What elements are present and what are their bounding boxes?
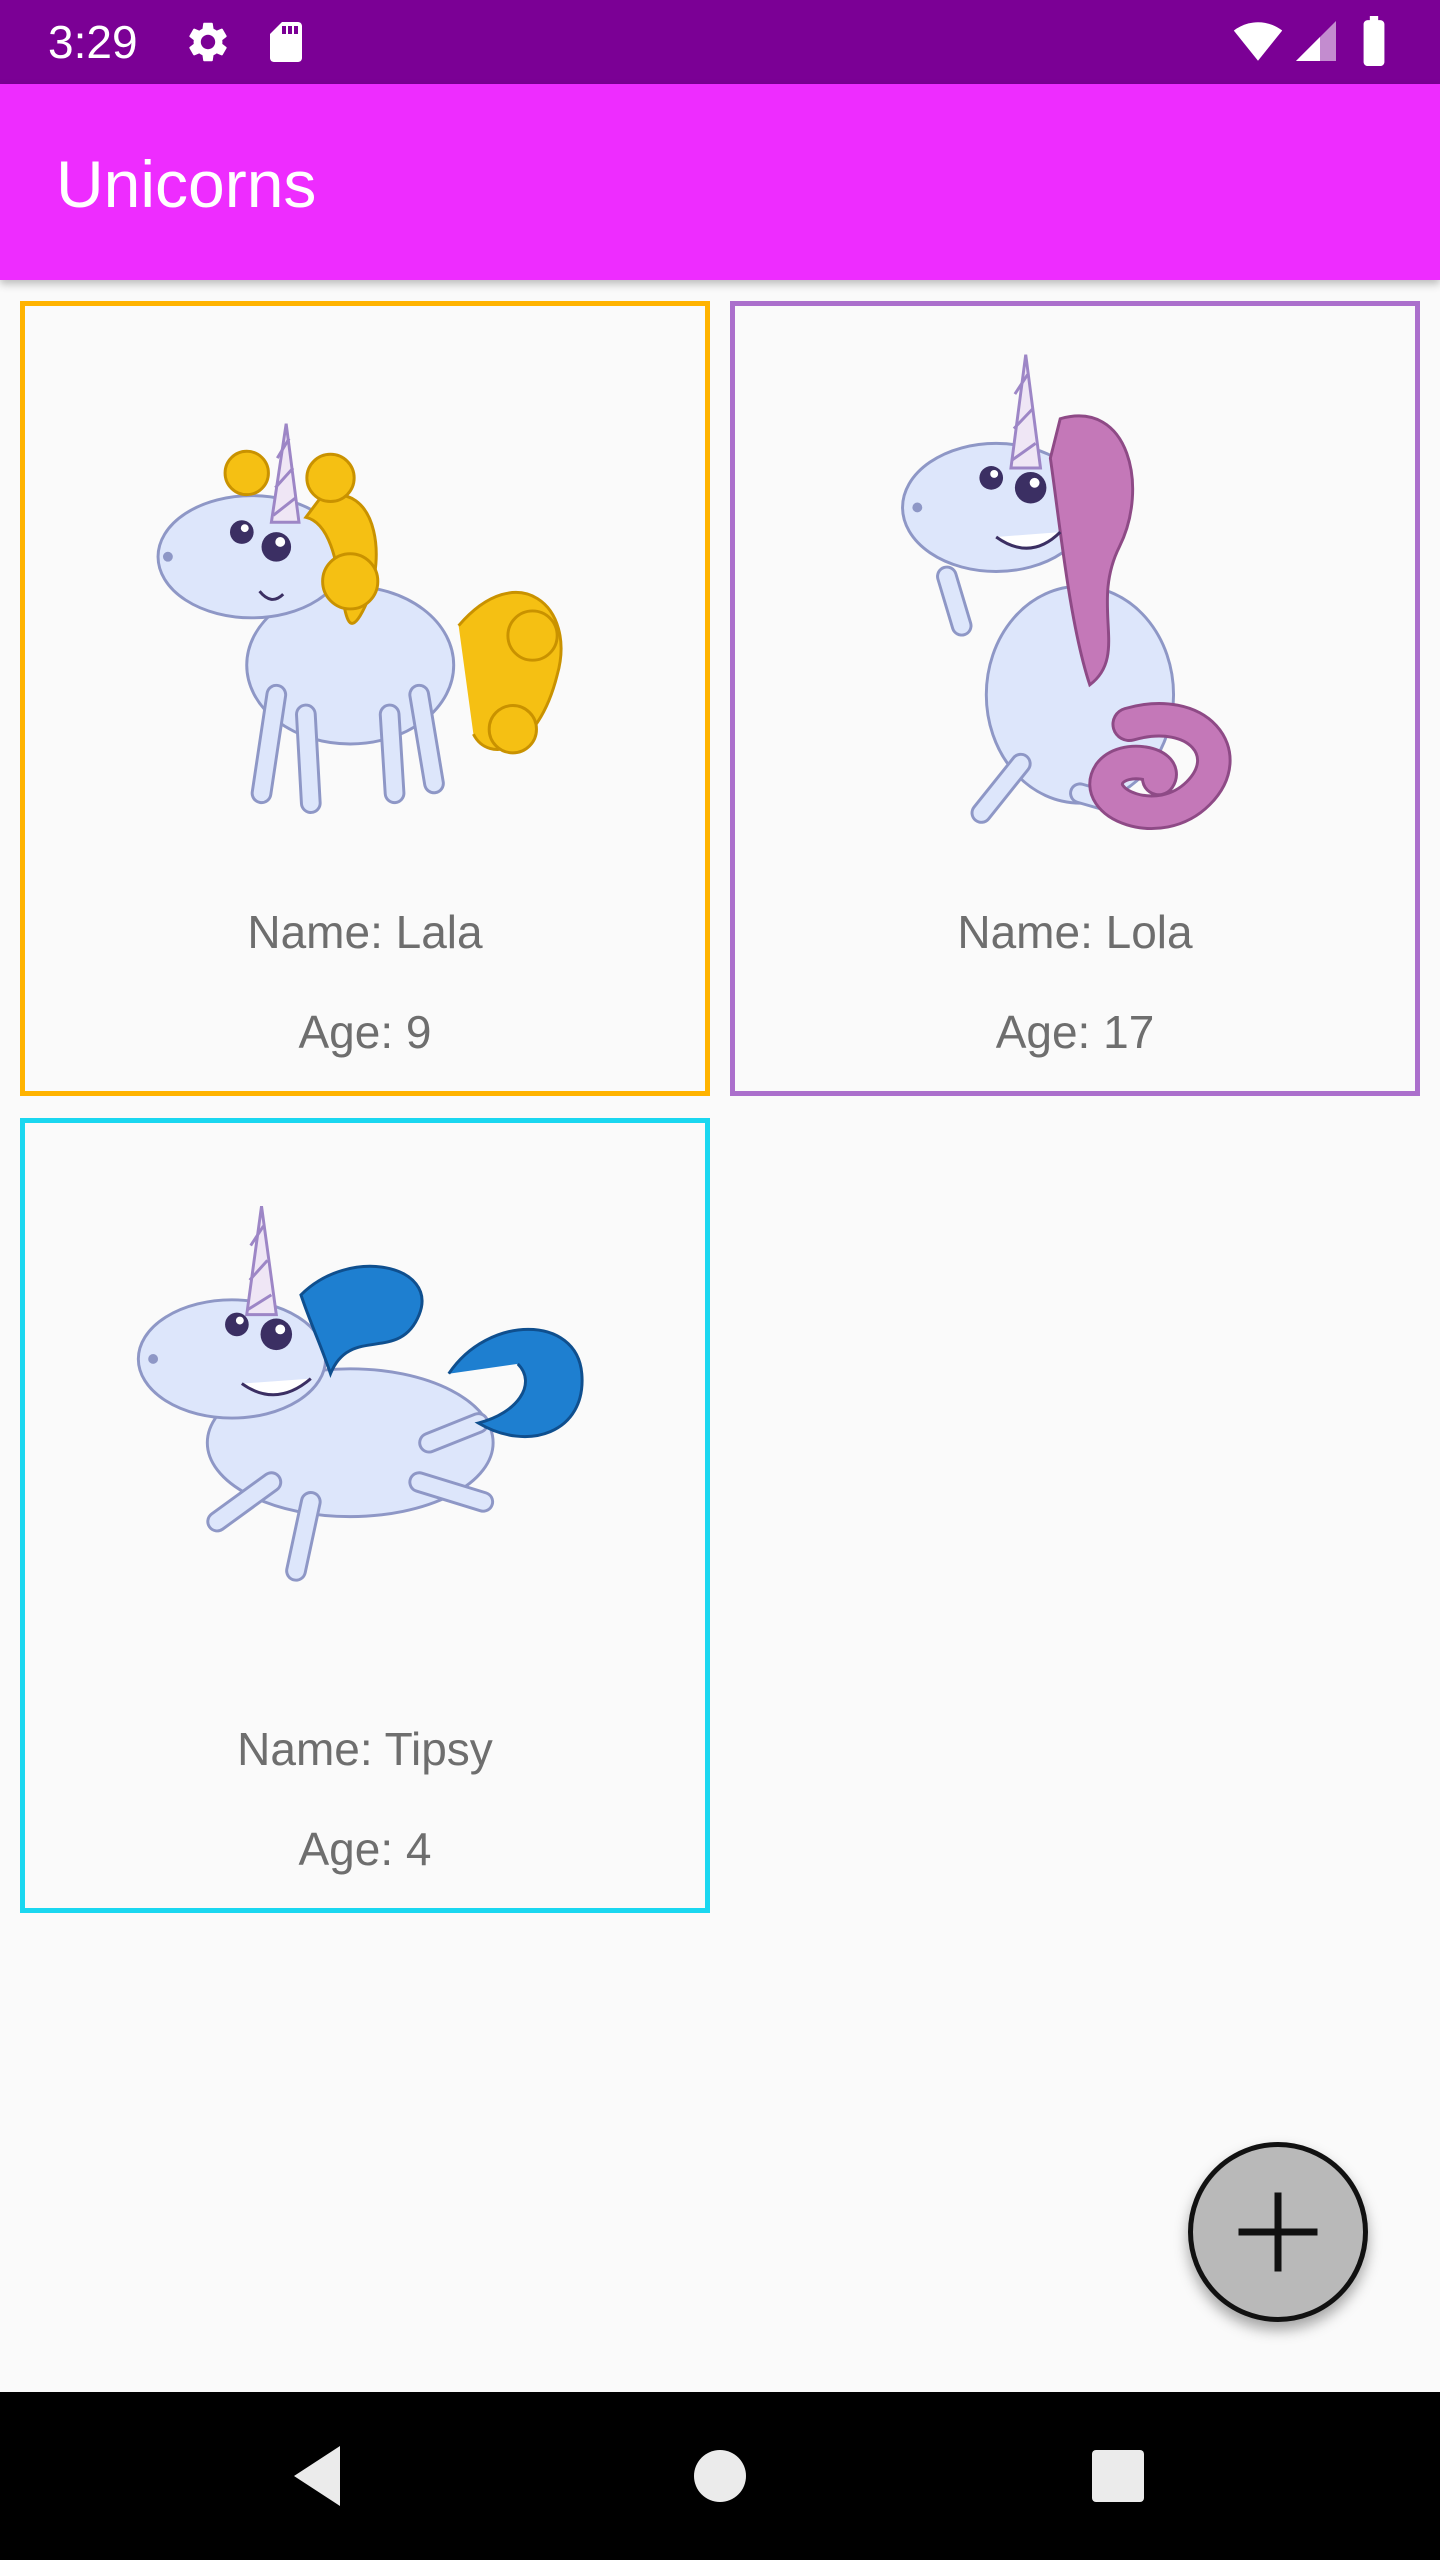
home-icon[interactable] [676,2432,764,2520]
unicorn-name: Name: Tipsy [237,1723,493,1775]
unicorn-name: Name: Lala [247,906,483,958]
app-bar: Unicorns [0,84,1440,280]
app-title: Unicorns [56,147,317,221]
unicorn-image [136,1205,584,1582]
recents-icon[interactable] [1074,2432,1162,2520]
unicorn-card-tipsy[interactable]: Name: Tipsy Age: 4 [20,1118,710,1913]
unicorn-age: Age: 17 [995,1006,1155,1058]
sd-card-icon [270,22,302,62]
unicorn-age: Age: 4 [298,1823,432,1875]
unicorn-image [156,423,563,814]
unicorn-card-lala[interactable]: Name: Lala Age: 9 [20,301,710,1096]
unicorn-image [901,354,1232,830]
cell-signal-icon [1296,21,1336,61]
navigation-bar [0,2392,1440,2560]
add-unicorn-button[interactable] [1188,2142,1368,2322]
unicorn-age: Age: 9 [298,1006,432,1058]
plus-icon [1238,2192,1318,2272]
unicorn-name: Name: Lola [957,906,1193,958]
status-bar: 3:29 [0,0,1440,84]
back-icon[interactable] [274,2432,362,2520]
wifi-icon [1233,22,1283,61]
unicorn-card-lola[interactable]: Name: Lola Age: 17 [730,301,1420,1096]
status-time: 3:29 [48,16,138,68]
gear-icon [189,22,227,62]
battery-icon [1363,16,1385,66]
